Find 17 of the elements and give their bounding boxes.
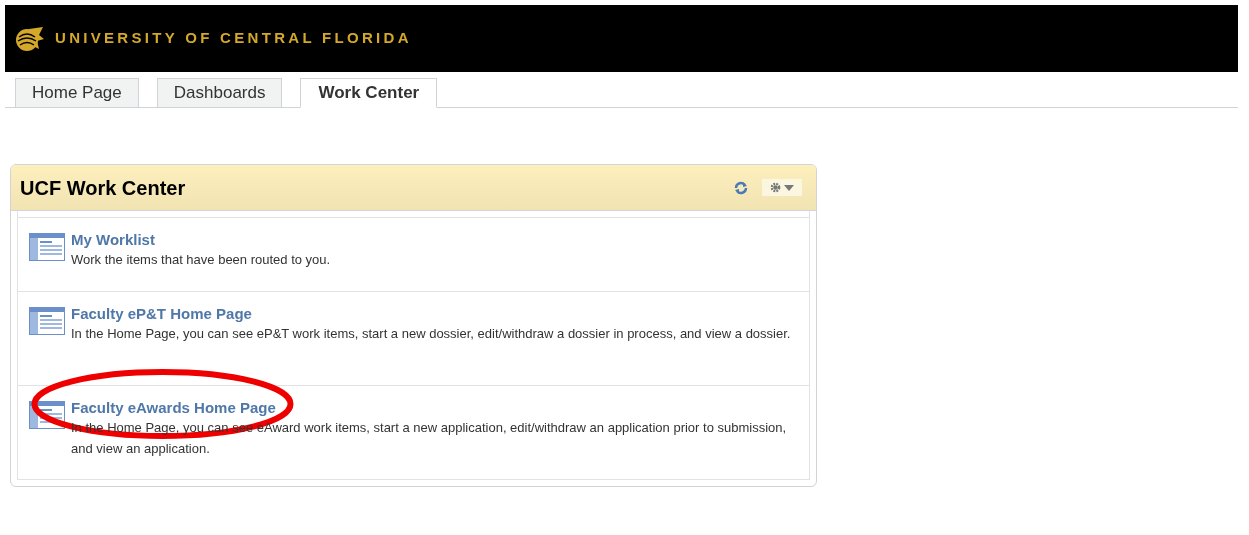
settings-menu-button[interactable] — [762, 179, 802, 196]
panel-title: UCF Work Center — [20, 175, 187, 201]
caret-icon — [784, 184, 794, 191]
nav-tab[interactable]: Home Page — [15, 78, 139, 107]
link-description: Work the items that have been routed to you. — [71, 251, 331, 269]
page-link[interactable]: Faculty eP&T Home Page — [71, 304, 252, 323]
gear-icon — [770, 182, 781, 193]
link-description: In the Home Page, you can see eP&T work items, start a new dossier, edit/withdraw a dossier in process, and view a dossier. — [71, 325, 791, 343]
page-link[interactable]: Faculty eAwards Home Page — [71, 398, 276, 417]
university-name: UNIVERSITY OF CENTRAL FLORIDA — [55, 28, 412, 49]
page-icon — [29, 307, 65, 335]
page-icon — [29, 233, 65, 261]
refresh-icon[interactable] — [734, 180, 748, 195]
pegasus-logo-icon — [15, 24, 45, 53]
page-link[interactable]: My Worklist — [71, 230, 155, 249]
nav-tab[interactable]: Dashboards — [156, 78, 283, 107]
nav-tab[interactable]: Work Center — [300, 78, 438, 108]
